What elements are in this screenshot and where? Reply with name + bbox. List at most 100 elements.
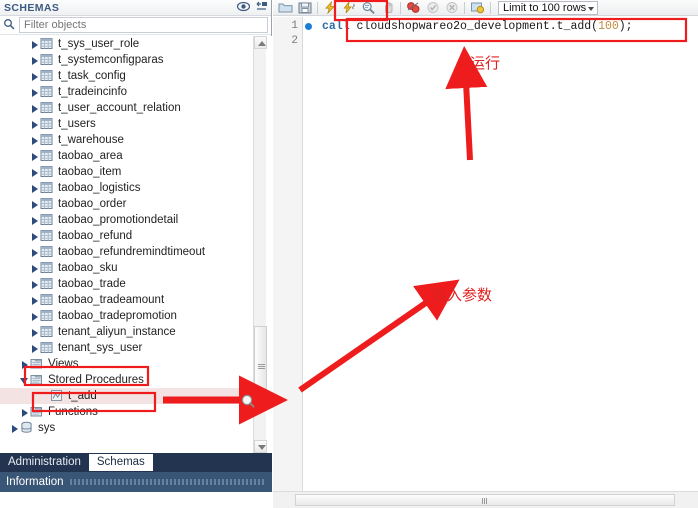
expand-arrow-closed-icon[interactable] bbox=[30, 183, 40, 193]
expand-arrow-closed-icon[interactable] bbox=[30, 247, 40, 257]
scroll-up-button[interactable] bbox=[254, 36, 267, 49]
tree-node-taobao-refundremindtimeout[interactable]: taobao_refundremindtimeout bbox=[0, 244, 255, 260]
table-icon bbox=[40, 53, 54, 67]
table-icon bbox=[40, 101, 54, 115]
editor-marker-column[interactable] bbox=[303, 17, 317, 491]
inspect-procedure-icon[interactable] bbox=[241, 394, 255, 408]
tree-node-label: t_user_account_relation bbox=[58, 102, 181, 114]
tree-node-taobao-order[interactable]: taobao_order bbox=[0, 196, 255, 212]
schema-tree-container[interactable]: t_sys_user_role t_systemconfigparas t_task… bbox=[0, 36, 272, 453]
expand-arrow-closed-icon[interactable] bbox=[20, 407, 30, 417]
expand-arrow-closed-icon[interactable] bbox=[30, 311, 40, 321]
tree-node-taobao-tradeamount[interactable]: taobao_tradeamount bbox=[0, 292, 255, 308]
execute-current-statement-icon[interactable] bbox=[340, 0, 359, 15]
tree-node-label: taobao_tradepromotion bbox=[58, 310, 177, 322]
expand-arrow-closed-icon[interactable] bbox=[30, 39, 40, 49]
scroll-thumb[interactable] bbox=[254, 326, 267, 406]
editor-code-area[interactable]: call cloudshopwareo2o_development.t_add(… bbox=[317, 17, 698, 491]
expand-arrow-closed-icon[interactable] bbox=[30, 263, 40, 273]
editor-horizontal-scrollbar[interactable] bbox=[273, 491, 698, 508]
expand-arrow-closed-icon[interactable] bbox=[30, 151, 40, 161]
tree-node-stored-procedures[interactable]: Stored Procedures bbox=[0, 372, 255, 388]
expand-arrow-closed-icon[interactable] bbox=[20, 359, 30, 369]
expand-arrow-closed-icon[interactable] bbox=[30, 231, 40, 241]
tree-node-label: t_add bbox=[68, 390, 97, 402]
execute-statement-icon[interactable] bbox=[321, 0, 340, 15]
tree-node-taobao-area[interactable]: taobao_area bbox=[0, 148, 255, 164]
tree-node-label: Stored Procedures bbox=[48, 374, 144, 386]
sql-editor-panel: Limit to 100 rows 1 2 call cloudshopwareo… bbox=[273, 0, 698, 508]
expand-arrow-open-icon[interactable] bbox=[20, 375, 30, 385]
scroll-down-button[interactable] bbox=[254, 440, 267, 453]
sql-code-editor[interactable]: 1 2 call cloudshopwareo2o_development.t_a… bbox=[273, 17, 698, 491]
schemas-panel-title: SCHEMAS bbox=[4, 1, 60, 14]
expand-arrow-closed-icon[interactable] bbox=[30, 343, 40, 353]
save-script-icon[interactable] bbox=[295, 0, 314, 15]
tree-node-t-add[interactable]: t_add bbox=[0, 388, 255, 404]
explain-query-icon[interactable] bbox=[359, 0, 378, 15]
expand-arrow-closed-icon[interactable] bbox=[30, 327, 40, 337]
expand-arrow-closed-icon[interactable] bbox=[30, 103, 40, 113]
tree-node-tenant-sys-user[interactable]: tenant_sys_user bbox=[0, 340, 255, 356]
tree-node-taobao-trade[interactable]: taobao_trade bbox=[0, 276, 255, 292]
hscroll-thumb[interactable] bbox=[295, 494, 675, 506]
expand-arrow-closed-icon[interactable] bbox=[30, 215, 40, 225]
tree-node-t-warehouse[interactable]: t_warehouse bbox=[0, 132, 255, 148]
eye-icon[interactable] bbox=[237, 1, 250, 12]
tree-node-t-task-config[interactable]: t_task_config bbox=[0, 68, 255, 84]
tree-node-label: Functions bbox=[48, 406, 98, 418]
tree-node-t-tradeincinfo[interactable]: t_tradeincinfo bbox=[0, 84, 255, 100]
query-options-icon[interactable] bbox=[468, 0, 487, 15]
code-line[interactable] bbox=[322, 34, 698, 49]
tree-node-label: taobao_sku bbox=[58, 262, 118, 274]
tree-node-taobao-item[interactable]: taobao_item bbox=[0, 164, 255, 180]
tree-node-functions[interactable]: Functions bbox=[0, 404, 255, 420]
open-sql-file-icon[interactable] bbox=[276, 0, 295, 15]
expand-arrow-closed-icon[interactable] bbox=[30, 199, 40, 209]
tree-node-t-sys-user-role[interactable]: t_sys_user_role bbox=[0, 36, 255, 52]
line-number: 2 bbox=[291, 35, 298, 47]
table-icon bbox=[40, 261, 54, 275]
expand-arrow-closed-icon[interactable] bbox=[30, 295, 40, 305]
tree-node-t-users[interactable]: t_users bbox=[0, 116, 255, 132]
tree-node-views[interactable]: Views bbox=[0, 356, 255, 372]
expand-arrow-closed-icon[interactable] bbox=[30, 71, 40, 81]
left-tab-administration[interactable]: Administration bbox=[0, 453, 89, 472]
toggle-autocommit-icon[interactable] bbox=[404, 0, 423, 15]
mysql-workbench-window: SCHEMAS Filter objects t_sys_user_role t… bbox=[0, 0, 698, 508]
expand-arrow-closed-icon[interactable] bbox=[30, 119, 40, 129]
commit-icon bbox=[423, 0, 442, 15]
tree-node-taobao-logistics[interactable]: taobao_logistics bbox=[0, 180, 255, 196]
tree-node-sys[interactable]: sys bbox=[0, 420, 255, 436]
left-panel-tabs: Administration Schemas bbox=[0, 453, 272, 472]
left-tab-schemas[interactable]: Schemas bbox=[88, 454, 153, 471]
expand-arrow-closed-icon[interactable] bbox=[30, 55, 40, 65]
table-icon bbox=[40, 165, 54, 179]
expand-arrow-closed-icon[interactable] bbox=[30, 87, 40, 97]
breakpoint-marker-icon[interactable] bbox=[305, 23, 312, 30]
expand-arrow-closed-icon[interactable] bbox=[30, 279, 40, 289]
expand-arrow-closed-icon[interactable] bbox=[30, 135, 40, 145]
expand-arrow-closed-icon[interactable] bbox=[30, 167, 40, 177]
tree-node-label: taobao_refund bbox=[58, 230, 133, 242]
tree-node-t-user-account-relation[interactable]: t_user_account_relation bbox=[0, 100, 255, 116]
filter-objects-input[interactable] bbox=[19, 17, 268, 33]
row-limit-dropdown[interactable]: Limit to 100 rows bbox=[498, 0, 598, 15]
table-icon bbox=[40, 133, 54, 147]
tree-node-label: taobao_promotiondetail bbox=[58, 214, 179, 226]
tree-node-t-systemconfigparas[interactable]: t_systemconfigparas bbox=[0, 52, 255, 68]
tree-node-label: sys bbox=[38, 422, 56, 434]
tree-node-taobao-tradepromotion[interactable]: taobao_tradepromotion bbox=[0, 308, 255, 324]
tree-node-label: taobao_tradeamount bbox=[58, 294, 165, 306]
tree-node-label: Views bbox=[48, 358, 79, 370]
schema-icon bbox=[20, 421, 34, 435]
tree-node-taobao-refund[interactable]: taobao_refund bbox=[0, 228, 255, 244]
tree-node-tenant-aliyun-instance[interactable]: tenant_aliyun_instance bbox=[0, 324, 255, 340]
code-line[interactable]: call cloudshopwareo2o_development.t_add(… bbox=[322, 19, 698, 34]
tree-node-taobao-promotiondetail[interactable]: taobao_promotiondetail bbox=[0, 212, 255, 228]
tree-node-taobao-sku[interactable]: taobao_sku bbox=[0, 260, 255, 276]
line-number: 1 bbox=[291, 20, 298, 32]
schema-tree-scrollbar[interactable] bbox=[253, 36, 267, 453]
collapse-all-icon[interactable] bbox=[256, 1, 268, 12]
expand-arrow-closed-icon[interactable] bbox=[10, 423, 20, 433]
